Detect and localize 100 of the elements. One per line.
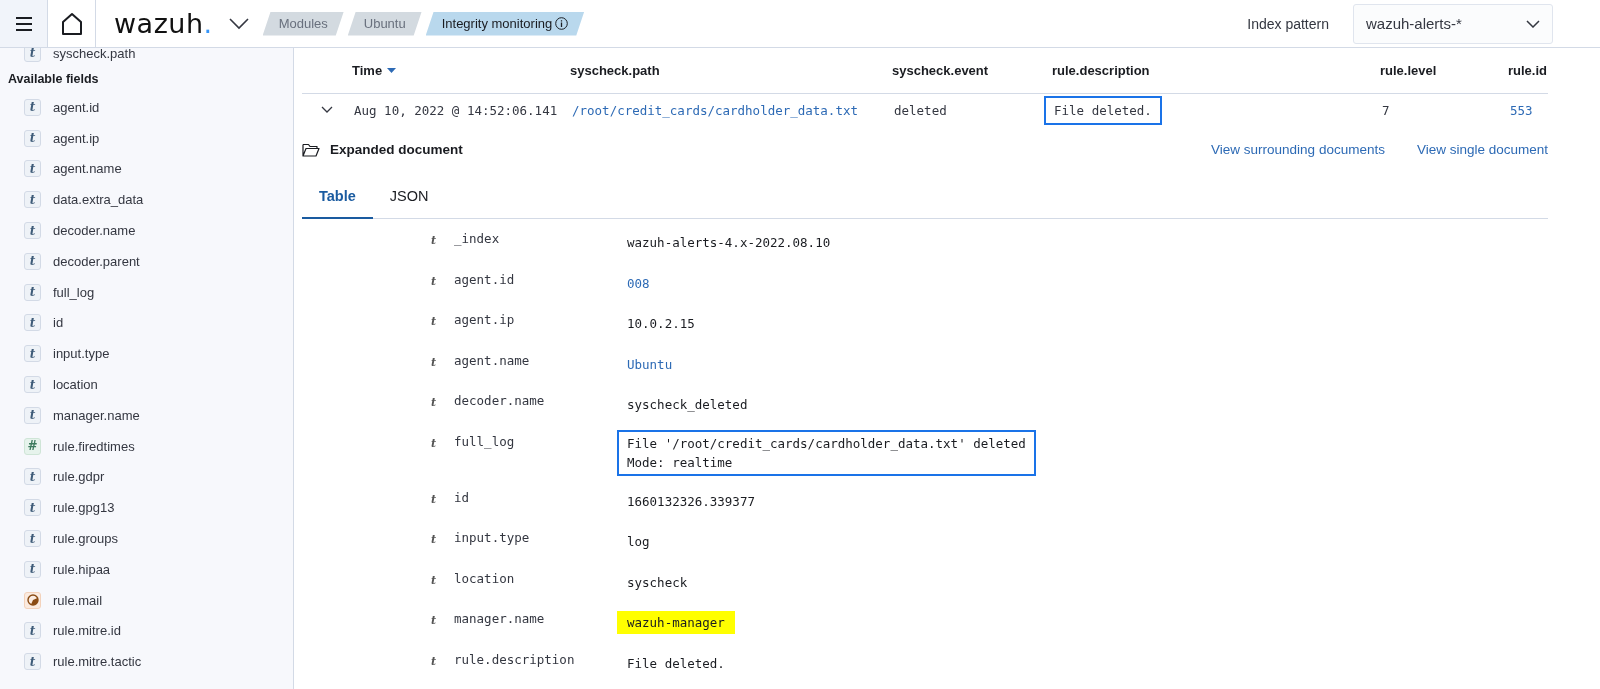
field-type-badge: t — [24, 499, 41, 517]
field-name[interactable]: syscheck.path — [53, 48, 136, 61]
field-name: agent.ip — [454, 312, 516, 328]
field-name[interactable]: decoder.name — [53, 223, 136, 239]
field-type-label: t — [431, 273, 438, 288]
field-type-label: t — [431, 435, 438, 450]
field-type-label: t — [431, 314, 438, 329]
info-icon — [555, 17, 569, 30]
cell-link[interactable]: 553 — [1500, 95, 1543, 125]
field-name[interactable]: rule.gdpr — [53, 469, 105, 485]
column-header[interactable]: rule.id — [1508, 63, 1547, 78]
field-name: full_log — [454, 433, 516, 449]
field-type-label: t — [431, 653, 438, 668]
field-type-label: t — [431, 354, 438, 369]
menu-button[interactable] — [0, 0, 48, 47]
field-value: log — [626, 533, 651, 552]
field-value-link[interactable]: 008 — [617, 271, 660, 295]
field-name[interactable]: rule.mail — [53, 592, 103, 608]
field-value: wazuh-manager — [617, 611, 735, 635]
field-name: agent.id — [454, 271, 516, 287]
field-type-badge: t — [24, 653, 41, 671]
field-type-badge: t — [24, 129, 41, 147]
field-value: File deleted. — [626, 654, 726, 673]
column-header[interactable]: rule.level — [1380, 63, 1437, 78]
sort-descending-icon — [387, 67, 397, 74]
field-type-badge: t — [24, 98, 41, 116]
field-name: id — [454, 489, 471, 505]
column-header[interactable]: rule.description — [1052, 63, 1150, 78]
field-value: syscheck_deleted — [626, 396, 749, 415]
field-type-badge: t — [24, 376, 41, 394]
field-name[interactable]: rule.hipaa — [53, 561, 111, 577]
field-name: decoder.name — [454, 393, 546, 409]
field-name[interactable]: data.extra_data — [53, 192, 144, 208]
field-name[interactable]: input.type — [53, 346, 110, 362]
section-heading: Available fields — [7, 71, 100, 88]
field-name: _index — [454, 231, 501, 246]
field-type-label: t — [431, 572, 438, 587]
field-name: rule.description — [454, 651, 576, 667]
field-name[interactable]: rule.gpg13 — [53, 500, 115, 516]
field-type-badge: t — [24, 406, 41, 424]
column-header[interactable]: syscheck.path — [570, 63, 660, 78]
index-pattern-select[interactable]: wazuh-alerts-* — [1353, 3, 1553, 44]
field-type-badge: t — [24, 48, 41, 62]
table-cell: File deleted. — [1044, 95, 1162, 125]
breadcrumb[interactable]: Modules — [262, 11, 344, 36]
field-name[interactable]: agent.name — [53, 161, 122, 177]
field-name[interactable]: agent.id — [53, 99, 100, 115]
field-value-link[interactable]: Ubuntu — [617, 352, 683, 376]
menu-icon — [14, 15, 33, 32]
column-header[interactable]: syscheck.event — [892, 63, 989, 78]
breadcrumb[interactable]: Ubuntu — [347, 11, 422, 36]
field-value: File '/root/credit_cards/cardholder_data.txt' deleted Mode: realtime — [617, 429, 1036, 476]
field-type-badge: t — [24, 345, 41, 363]
field-name[interactable]: decoder.parent — [53, 253, 140, 269]
index-pattern-label: Index pattern — [1247, 15, 1329, 32]
home-icon — [59, 11, 84, 36]
field-name[interactable]: rule.groups — [53, 531, 119, 547]
field-name[interactable]: manager.name — [53, 407, 140, 423]
cell-link[interactable]: /root/credit_cards/cardholder_data.txt — [562, 95, 868, 125]
field-name[interactable]: agent.ip — [53, 130, 100, 146]
field-type-badge: t — [24, 560, 41, 578]
field-type-badge: t — [24, 252, 41, 270]
field-type-label: t — [431, 395, 438, 410]
field-name: location — [454, 570, 516, 586]
field-name[interactable]: rule.mitre.tactic — [53, 654, 142, 670]
field-name[interactable]: rule.firedtimes — [53, 438, 135, 454]
folder-icon — [302, 141, 320, 157]
field-type-label: t — [431, 491, 438, 506]
field-type-badge: t — [24, 468, 41, 486]
section-title: Expanded document — [330, 141, 463, 157]
chevron-down-icon — [228, 17, 249, 30]
link[interactable]: View single document — [1416, 141, 1548, 157]
link[interactable]: View surrounding documents — [1211, 141, 1385, 157]
field-type-badge: t — [24, 314, 41, 332]
field-name: agent.name — [454, 352, 531, 368]
field-type-badge: t — [24, 283, 41, 301]
logo: wazuh. — [114, 8, 213, 39]
field-name[interactable]: location — [53, 377, 98, 393]
field-value: 10.0.2.15 — [626, 315, 696, 334]
column-header[interactable]: Time — [352, 63, 397, 78]
field-type-label: t — [431, 233, 438, 247]
tab[interactable]: JSON — [372, 176, 446, 219]
field-name: manager.name — [454, 611, 546, 627]
field-type-badge: t — [24, 222, 41, 240]
field-type-badge: t — [24, 191, 41, 209]
table-cell-text: Aug 10, 2022 @ 14:52:06.141 — [353, 101, 559, 120]
chevron-down-icon — [321, 106, 333, 114]
tab[interactable]: Table — [302, 176, 373, 219]
field-type-badge: t — [24, 622, 41, 640]
field-type-label: t — [431, 532, 438, 547]
field-name: input.type — [454, 530, 531, 546]
chevron-down-icon — [1526, 19, 1540, 28]
breadcrumb[interactable]: Integrity monitoring — [425, 11, 585, 36]
field-name[interactable]: full_log — [53, 284, 95, 300]
table-cell-text: 7 — [1381, 101, 1391, 120]
field-type-badge: t — [24, 160, 41, 178]
field-name[interactable]: rule.mitre.id — [53, 623, 121, 639]
field-type-badge: t — [24, 530, 41, 548]
field-name[interactable]: id — [53, 315, 64, 331]
field-value: 1660132326.339377 — [626, 492, 756, 511]
